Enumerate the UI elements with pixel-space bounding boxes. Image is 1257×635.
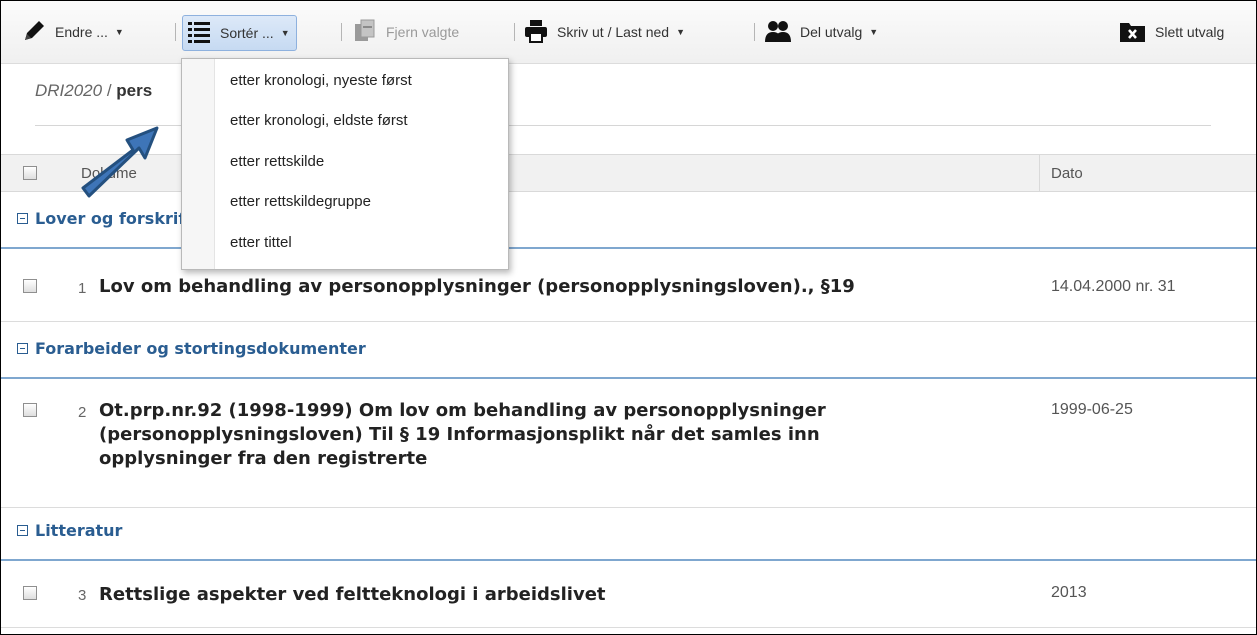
sort-option-newest[interactable]: etter kronologi, nyeste først [230,72,412,89]
sort-option-oldest[interactable]: etter kronologi, eldste først [230,112,408,129]
column-divider [1039,155,1040,191]
print-download-button[interactable]: Skriv ut / Last ned ▼ [523,15,685,49]
row-number: 1 [78,280,87,297]
toolbar-divider [754,23,755,41]
sort-option-legal-source[interactable]: etter rettskilde [230,153,324,170]
group-title: Litteratur [35,521,123,540]
row-divider [1,627,1256,628]
remove-selected-button[interactable]: Fjern valgte [352,15,459,49]
breadcrumb: DRI2020 / pers [35,81,152,101]
document-title-link[interactable]: Ot.prp.nr.92 (1998-1999) Om lov om behan… [99,399,826,471]
row-number: 3 [78,587,87,604]
collapse-icon[interactable] [17,213,28,224]
sort-option-title[interactable]: etter tittel [230,234,292,251]
app-window: Endre ... ▼ Sortér ... ▼ Fjern valgte Sk… [0,0,1257,635]
breadcrumb-parent[interactable]: DRI2020 [35,81,102,100]
delete-selection-label: Slett utvalg [1155,24,1225,40]
chevron-down-icon: ▼ [869,27,879,37]
annotation-arrow-icon [81,126,159,198]
group-divider [1,377,1256,379]
breadcrumb-separator: / [102,81,117,100]
collapse-icon[interactable] [17,525,28,536]
group-title: Forarbeider og stortingsdokumenter [35,339,366,358]
row-number: 2 [78,404,87,421]
row-checkbox[interactable] [23,403,37,417]
group-header[interactable]: Litteratur [1,509,1256,557]
select-all-checkbox[interactable] [23,166,37,180]
share-selection-label: Del utvalg [800,24,863,40]
edit-button-label: Endre ... [55,24,108,40]
row-divider [1,321,1256,322]
chevron-down-icon: ▼ [114,27,124,37]
document-title-link[interactable]: Lov om behandling av personopplysninger … [99,275,855,299]
remove-selected-label: Fjern valgte [386,24,460,40]
menu-gutter [182,59,215,269]
remove-doc-icon [352,18,378,47]
document-date: 14.04.2000 nr. 31 [1051,278,1176,295]
column-header-date[interactable]: Dato [1051,165,1083,182]
document-date: 1999-06-25 [1051,401,1133,418]
collapse-icon[interactable] [17,343,28,354]
row-checkbox[interactable] [23,586,37,600]
printer-icon [523,18,549,47]
share-selection-button[interactable]: Del utvalg ▼ [764,15,878,49]
toolbar: Endre ... ▼ Sortér ... ▼ Fjern valgte Sk… [1,1,1256,64]
title-line: Ot.prp.nr.92 (1998-1999) Om lov om behan… [99,400,826,421]
pencil-icon [21,18,47,47]
edit-button[interactable]: Endre ... ▼ [21,15,124,49]
toolbar-divider [175,23,176,41]
people-icon [764,18,792,47]
chevron-down-icon: ▼ [280,28,290,38]
chevron-down-icon: ▼ [676,27,685,37]
group-divider [1,559,1256,561]
title-line: opplysninger fra den registrerte [99,448,428,469]
toolbar-divider [341,23,342,41]
breadcrumb-current: pers [116,81,153,100]
sort-button-label: Sortér ... [220,25,274,41]
delete-folder-icon [1119,18,1147,47]
print-download-label: Skriv ut / Last ned [557,24,670,40]
row-divider [1,507,1256,508]
document-title-link[interactable]: Rettslige aspekter ved feltteknologi i a… [99,583,606,607]
title-line: (personopplysningsloven) Til § 19 Inform… [99,424,820,445]
sort-button[interactable]: Sortér ... ▼ [182,15,297,51]
sort-dropdown-menu: etter kronologi, nyeste først etter kron… [181,58,509,270]
toolbar-divider [514,23,515,41]
group-header[interactable]: Forarbeider og stortingsdokumenter [1,327,1256,375]
list-icon [186,19,212,48]
document-date: 2013 [1051,584,1087,601]
row-checkbox[interactable] [23,279,37,293]
delete-selection-button[interactable]: Slett utvalg [1119,15,1224,49]
sort-option-source-group[interactable]: etter rettskildegruppe [230,193,371,210]
